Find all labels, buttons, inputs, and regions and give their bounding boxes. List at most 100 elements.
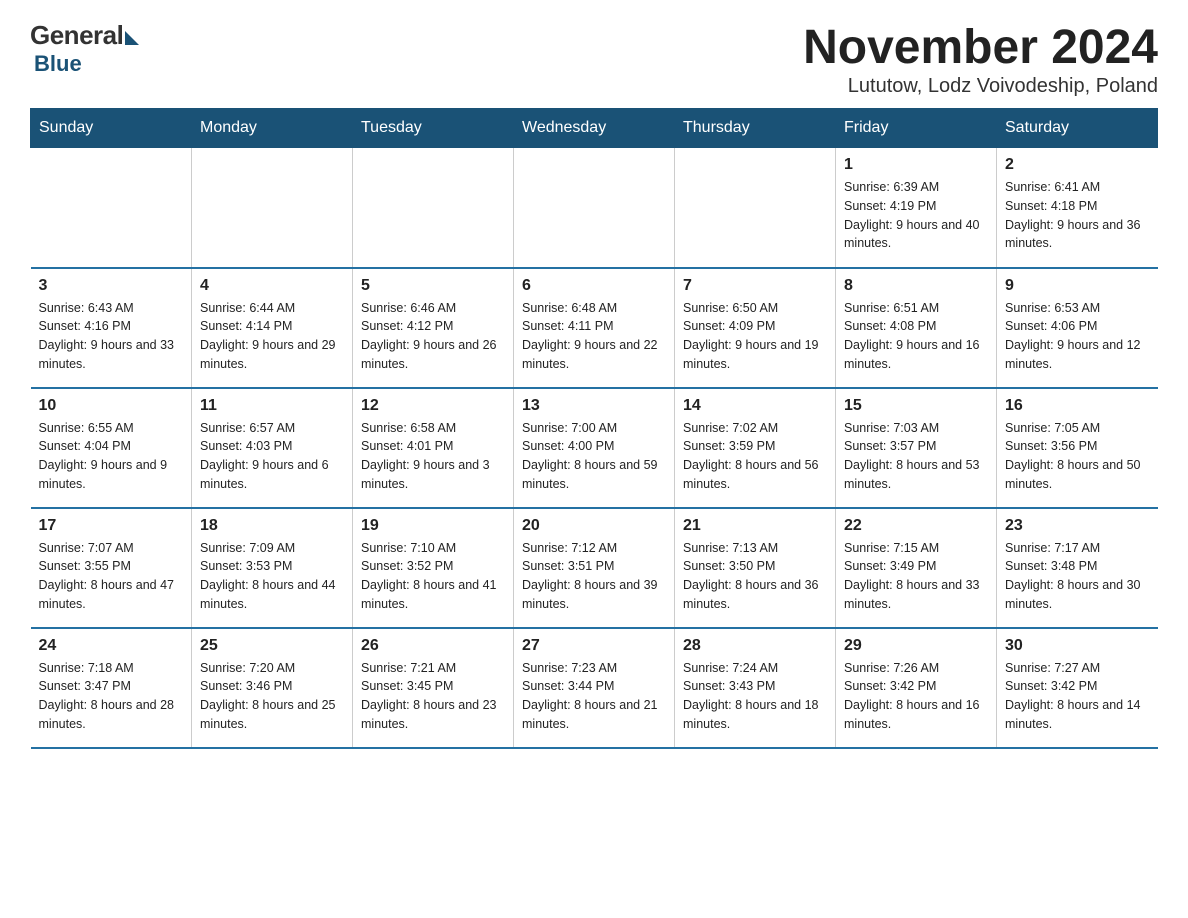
location: Lututow, Lodz Voivodeship, Poland [803, 75, 1158, 98]
logo-arrow-icon [125, 31, 139, 45]
weekday-header-wednesday: Wednesday [514, 109, 675, 148]
day-info: Sunrise: 7:07 AM Sunset: 3:55 PM Dayligh… [39, 539, 184, 614]
day-number: 16 [1005, 397, 1150, 415]
day-number: 26 [361, 637, 505, 655]
calendar-cell: 1 Sunrise: 6:39 AM Sunset: 4:19 PM Daylig… [836, 148, 997, 268]
day-info: Sunrise: 7:12 AM Sunset: 3:51 PM Dayligh… [522, 539, 666, 614]
weekday-header-sunday: Sunday [31, 109, 192, 148]
weekday-header-thursday: Thursday [675, 109, 836, 148]
calendar-cell: 4 Sunrise: 6:44 AM Sunset: 4:14 PM Daylig… [192, 268, 353, 388]
calendar-cell: 25 Sunrise: 7:20 AM Sunset: 3:46 PM Dayli… [192, 628, 353, 748]
logo: General Blue [30, 20, 139, 77]
day-number: 27 [522, 637, 666, 655]
day-number: 14 [683, 397, 827, 415]
day-info: Sunrise: 6:43 AM Sunset: 4:16 PM Dayligh… [39, 299, 184, 374]
day-number: 19 [361, 517, 505, 535]
weekday-header-saturday: Saturday [997, 109, 1158, 148]
day-number: 25 [200, 637, 344, 655]
day-number: 13 [522, 397, 666, 415]
calendar-cell: 23Sunrise: 7:17 AM Sunset: 3:48 PM Dayli… [997, 508, 1158, 628]
weekday-header-tuesday: Tuesday [353, 109, 514, 148]
weekday-header-friday: Friday [836, 109, 997, 148]
day-number: 21 [683, 517, 827, 535]
calendar-cell: 20 Sunrise: 7:12 AM Sunset: 3:51 PM Dayli… [514, 508, 675, 628]
day-number: 15 [844, 397, 988, 415]
calendar-cell: 10 Sunrise: 6:55 AM Sunset: 4:04 PM Dayli… [31, 388, 192, 508]
day-info: Sunrise: 7:23 AM Sunset: 3:44 PM Dayligh… [522, 659, 666, 734]
weekday-header-monday: Monday [192, 109, 353, 148]
day-info: Sunrise: 7:09 AM Sunset: 3:53 PM Dayligh… [200, 539, 344, 614]
calendar-cell: 16 Sunrise: 7:05 AM Sunset: 3:56 PM Dayli… [997, 388, 1158, 508]
calendar-cell: 28 Sunrise: 7:24 AM Sunset: 3:43 PM Dayli… [675, 628, 836, 748]
day-info: Sunrise: 7:00 AM Sunset: 4:00 PM Dayligh… [522, 419, 666, 494]
day-info: Sunrise: 7:17 AM Sunset: 3:48 PM Dayligh… [1005, 539, 1150, 614]
calendar-cell: 30Sunrise: 7:27 AM Sunset: 3:42 PM Dayli… [997, 628, 1158, 748]
day-number: 28 [683, 637, 827, 655]
day-number: 8 [844, 277, 988, 295]
day-info: Sunrise: 7:02 AM Sunset: 3:59 PM Dayligh… [683, 419, 827, 494]
calendar-cell: 6Sunrise: 6:48 AM Sunset: 4:11 PM Daylig… [514, 268, 675, 388]
calendar-cell [353, 148, 514, 268]
page-header: General Blue November 2024 Lututow, Lodz… [30, 20, 1158, 98]
calendar-cell: 19 Sunrise: 7:10 AM Sunset: 3:52 PM Dayli… [353, 508, 514, 628]
day-info: Sunrise: 7:18 AM Sunset: 3:47 PM Dayligh… [39, 659, 184, 734]
day-info: Sunrise: 7:15 AM Sunset: 3:49 PM Dayligh… [844, 539, 988, 614]
logo-general-text: General [30, 20, 123, 51]
day-number: 22 [844, 517, 988, 535]
day-number: 29 [844, 637, 988, 655]
calendar-cell: 14 Sunrise: 7:02 AM Sunset: 3:59 PM Dayli… [675, 388, 836, 508]
calendar-cell: 24 Sunrise: 7:18 AM Sunset: 3:47 PM Dayli… [31, 628, 192, 748]
day-info: Sunrise: 7:05 AM Sunset: 3:56 PM Dayligh… [1005, 419, 1150, 494]
calendar-cell: 9 Sunrise: 6:53 AM Sunset: 4:06 PM Daylig… [997, 268, 1158, 388]
calendar-cell: 11Sunrise: 6:57 AM Sunset: 4:03 PM Dayli… [192, 388, 353, 508]
calendar-cell: 7 Sunrise: 6:50 AM Sunset: 4:09 PM Daylig… [675, 268, 836, 388]
day-number: 10 [39, 397, 184, 415]
weekday-header-row: SundayMondayTuesdayWednesdayThursdayFrid… [31, 109, 1158, 148]
day-info: Sunrise: 7:26 AM Sunset: 3:42 PM Dayligh… [844, 659, 988, 734]
calendar-cell: 29 Sunrise: 7:26 AM Sunset: 3:42 PM Dayli… [836, 628, 997, 748]
day-number: 5 [361, 277, 505, 295]
day-number: 24 [39, 637, 184, 655]
week-row-5: 24 Sunrise: 7:18 AM Sunset: 3:47 PM Dayli… [31, 628, 1158, 748]
calendar-table: SundayMondayTuesdayWednesdayThursdayFrid… [30, 108, 1158, 749]
day-info: Sunrise: 7:13 AM Sunset: 3:50 PM Dayligh… [683, 539, 827, 614]
day-number: 7 [683, 277, 827, 295]
day-info: Sunrise: 6:39 AM Sunset: 4:19 PM Dayligh… [844, 178, 988, 253]
calendar-cell: 12 Sunrise: 6:58 AM Sunset: 4:01 PM Dayli… [353, 388, 514, 508]
title-area: November 2024 Lututow, Lodz Voivodeship,… [803, 20, 1158, 98]
day-info: Sunrise: 6:44 AM Sunset: 4:14 PM Dayligh… [200, 299, 344, 374]
logo-blue-text: Blue [34, 51, 82, 77]
day-number: 6 [522, 277, 666, 295]
day-number: 11 [200, 397, 344, 415]
day-info: Sunrise: 7:27 AM Sunset: 3:42 PM Dayligh… [1005, 659, 1150, 734]
day-info: Sunrise: 6:58 AM Sunset: 4:01 PM Dayligh… [361, 419, 505, 494]
day-info: Sunrise: 7:10 AM Sunset: 3:52 PM Dayligh… [361, 539, 505, 614]
day-number: 1 [844, 156, 988, 174]
day-info: Sunrise: 7:21 AM Sunset: 3:45 PM Dayligh… [361, 659, 505, 734]
calendar-cell: 26 Sunrise: 7:21 AM Sunset: 3:45 PM Dayli… [353, 628, 514, 748]
month-title: November 2024 [803, 20, 1158, 75]
day-info: Sunrise: 6:46 AM Sunset: 4:12 PM Dayligh… [361, 299, 505, 374]
day-number: 17 [39, 517, 184, 535]
day-info: Sunrise: 7:24 AM Sunset: 3:43 PM Dayligh… [683, 659, 827, 734]
calendar-cell: 17 Sunrise: 7:07 AM Sunset: 3:55 PM Dayli… [31, 508, 192, 628]
day-number: 12 [361, 397, 505, 415]
day-info: Sunrise: 6:53 AM Sunset: 4:06 PM Dayligh… [1005, 299, 1150, 374]
day-number: 4 [200, 277, 344, 295]
day-info: Sunrise: 6:50 AM Sunset: 4:09 PM Dayligh… [683, 299, 827, 374]
day-info: Sunrise: 6:51 AM Sunset: 4:08 PM Dayligh… [844, 299, 988, 374]
day-number: 20 [522, 517, 666, 535]
calendar-cell: 18 Sunrise: 7:09 AM Sunset: 3:53 PM Dayli… [192, 508, 353, 628]
week-row-3: 10 Sunrise: 6:55 AM Sunset: 4:04 PM Dayli… [31, 388, 1158, 508]
calendar-cell: 2Sunrise: 6:41 AM Sunset: 4:18 PM Daylig… [997, 148, 1158, 268]
day-info: Sunrise: 7:03 AM Sunset: 3:57 PM Dayligh… [844, 419, 988, 494]
calendar-cell: 8 Sunrise: 6:51 AM Sunset: 4:08 PM Daylig… [836, 268, 997, 388]
day-info: Sunrise: 6:41 AM Sunset: 4:18 PM Dayligh… [1005, 178, 1150, 253]
day-number: 9 [1005, 277, 1150, 295]
day-info: Sunrise: 6:55 AM Sunset: 4:04 PM Dayligh… [39, 419, 184, 494]
calendar-cell [31, 148, 192, 268]
calendar-cell: 15 Sunrise: 7:03 AM Sunset: 3:57 PM Dayli… [836, 388, 997, 508]
day-info: Sunrise: 7:20 AM Sunset: 3:46 PM Dayligh… [200, 659, 344, 734]
week-row-4: 17 Sunrise: 7:07 AM Sunset: 3:55 PM Dayli… [31, 508, 1158, 628]
day-number: 18 [200, 517, 344, 535]
